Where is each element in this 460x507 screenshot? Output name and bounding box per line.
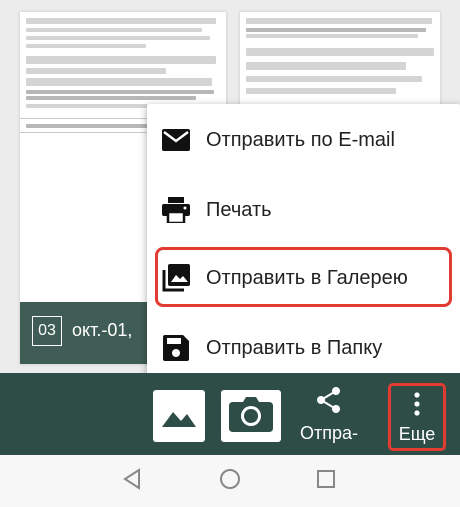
camera-icon [229,396,273,437]
image-icon [162,401,196,432]
highlight-frame [155,247,452,307]
more-button[interactable]: Еще [388,383,446,451]
recents-button[interactable] [312,467,340,495]
menu-item-print[interactable]: Печать [147,181,460,239]
camera-button[interactable] [221,390,281,442]
home-button[interactable] [216,467,244,495]
bottom-toolbar: Отпра- Еще [0,373,460,455]
recents-icon [316,469,336,494]
more-label: Еще [398,424,436,444]
save-icon [161,333,191,363]
back-button[interactable] [118,467,146,495]
email-icon [161,125,191,155]
more-vertical-icon [414,392,420,421]
share-icon [316,387,342,418]
print-icon [161,195,191,225]
menu-item-label: Печать [206,198,272,221]
menu-item-send-email[interactable]: Отправить по E-mail [147,111,460,169]
menu-item-label: Отправить по E-mail [206,128,395,151]
overflow-menu: Отправить по E-mail Печать Отправить в Г… [147,104,460,380]
back-icon [122,467,142,495]
share-button[interactable]: Отпра- [296,383,362,451]
share-label: Отпра- [299,423,358,443]
document-date: окт.-01, [72,320,133,340]
system-navigation-bar [0,455,460,507]
menu-item-label: Отправить в Папку [206,336,383,359]
page-number-badge: 03 [32,316,62,346]
gallery-button[interactable] [153,390,205,442]
menu-item-send-folder[interactable]: Отправить в Папку [147,319,460,377]
home-icon [219,468,241,495]
